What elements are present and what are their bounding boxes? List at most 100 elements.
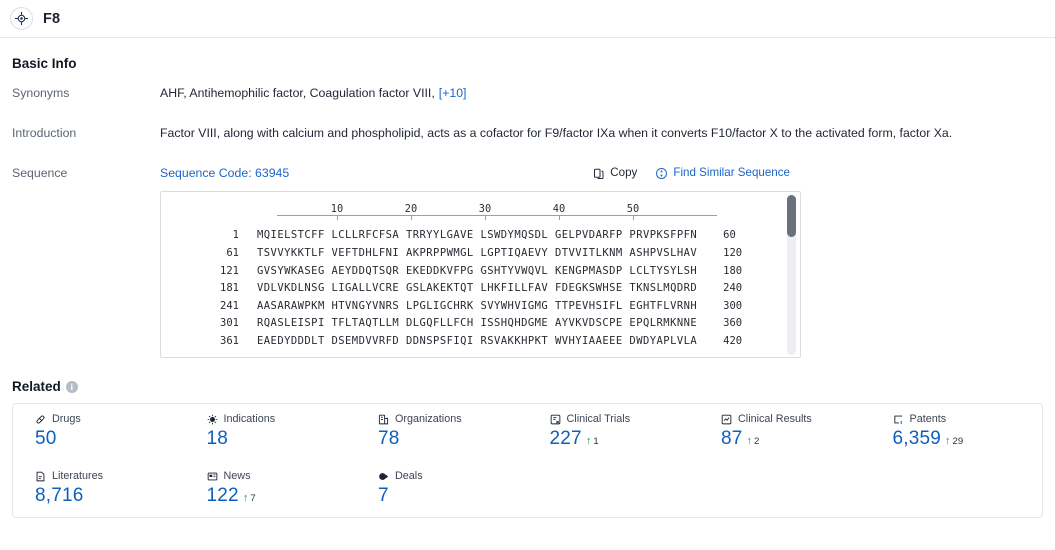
related-title: Related xyxy=(12,379,61,395)
sequence-row-end: 120 xyxy=(723,247,743,260)
stat-value: 87 xyxy=(721,428,743,450)
stat-value: 78 xyxy=(378,428,400,450)
sequence-row-start: 61 xyxy=(226,247,239,260)
page-body: Basic Info Synonyms AHF, Antihemophilic … xyxy=(0,56,1055,519)
sequence-row-start: 361 xyxy=(220,335,239,348)
stat-value: 18 xyxy=(206,428,229,450)
stat-value: 122 xyxy=(206,485,239,507)
building-icon xyxy=(378,414,389,425)
sequence-viewer[interactable]: 10 20 30 40 50 1 MQIELSTCFF LCLLRFCFSA T… xyxy=(160,191,801,359)
synonyms-more-link[interactable]: [+10] xyxy=(439,86,467,100)
stat-delta: ↑ 1 xyxy=(585,435,599,448)
sequence-row-residues: EAEDYDDDLT DSEMDVVRFD DDNSPSFIQI RSVAKKH… xyxy=(257,335,698,348)
sequence-actions: Copy Find Similar Sequence xyxy=(593,165,1043,182)
sequence-row-residues: GVSYWKASEG AEYDDQTSQR EKEDDKVFPG GSHTYVW… xyxy=(257,264,698,277)
sequence-row-end: 180 xyxy=(723,264,743,277)
stat-label: Clinical Results xyxy=(738,413,812,426)
stat-delta: ↑ 29 xyxy=(945,435,964,448)
news-icon xyxy=(207,471,218,482)
related-stats-grid: Drugs 50 Indications 18 Organizations 78… xyxy=(12,403,1043,519)
stat-drugs[interactable]: Drugs 50 xyxy=(13,412,185,469)
sequence-row-start: 1 xyxy=(232,229,239,242)
patent-icon xyxy=(893,414,904,425)
sequence-row-end: 60 xyxy=(723,229,736,242)
stat-label: Clinical Trials xyxy=(566,413,631,426)
clinical-result-icon xyxy=(721,414,732,425)
delta-value: 29 xyxy=(952,436,964,448)
stat-value: 8,716 xyxy=(35,485,84,507)
delta-up-arrow-icon: ↑ xyxy=(585,435,592,448)
stat-delta: ↑ 2 xyxy=(747,436,760,448)
stat-patents[interactable]: Patents 6,359 ↑ 29 xyxy=(871,412,1043,469)
sequence-row: 1 MQIELSTCFF LCLLRFCFSA TRRYYLGAVE LSWDY… xyxy=(161,227,800,245)
clinical-trial-icon xyxy=(550,414,561,425)
sequence-row: 121 GVSYWKASEG AEYDDQTSQR EKEDDKVFPG GSH… xyxy=(161,263,800,281)
sequence-row-start: 121 xyxy=(220,264,239,277)
sequence-row-end: 420 xyxy=(723,335,743,348)
info-icon[interactable]: i xyxy=(65,380,78,393)
copy-button[interactable]: Copy xyxy=(593,165,637,182)
stat-label: Literatures xyxy=(52,470,104,483)
info-label-introduction: Introduction xyxy=(12,125,77,140)
stat-value: 50 xyxy=(35,428,57,450)
app-header: F8 xyxy=(0,0,1055,38)
sequence-row-residues: TSVVYKKTLF VEFTDHLFNI AKPRPPWMGL LGPTIQA… xyxy=(257,247,698,260)
info-row-sequence: Sequence Sequence Code: 63945 Copy Find … xyxy=(12,165,1043,359)
target-crosshair-icon xyxy=(10,7,33,30)
synonyms-list: AHF, Antihemophilic factor, Coagulation … xyxy=(160,86,435,100)
stat-news[interactable]: News 122 ↑ 7 xyxy=(185,469,357,517)
delta-up-arrow-icon: ↑ xyxy=(945,435,951,448)
delta-value: 7 xyxy=(250,493,256,505)
sequence-viewer-content: 10 20 30 40 50 1 MQIELSTCFF LCLLRFCFSA T… xyxy=(161,192,800,350)
info-value-synonyms: AHF, Antihemophilic factor, Coagulation … xyxy=(160,85,466,103)
sequence-row-start: 241 xyxy=(220,299,239,312)
sequence-row-end: 300 xyxy=(723,299,743,312)
sequence-scrollbar-thumb[interactable] xyxy=(787,195,796,238)
stat-label: Drugs xyxy=(52,413,81,426)
stat-label: Deals xyxy=(395,470,423,483)
literature-icon xyxy=(35,471,46,482)
basic-info-heading: Basic Info xyxy=(12,56,77,71)
delta-value: 2 xyxy=(754,436,760,448)
stat-value: 7 xyxy=(378,485,389,507)
sequence-row-residues: VDLVKDLNSG LIGALLVCRE GSLAKEKTQT LHKFILL… xyxy=(257,282,698,295)
info-label-synonyms: Synonyms xyxy=(12,86,70,100)
sequence-ruler-numbers: 10 20 30 40 50 xyxy=(277,202,717,215)
stat-indications[interactable]: Indications 18 xyxy=(185,412,357,469)
stat-value: 6,359 xyxy=(892,428,942,450)
related-heading: Related i xyxy=(12,379,1043,394)
find-similar-sequence-button[interactable]: Find Similar Sequence xyxy=(655,165,790,182)
deal-icon xyxy=(378,471,389,482)
sequence-row: 301 RQASLEISPI TFLTAQTLLM DLGQFLLFCH ISS… xyxy=(161,315,800,333)
sequence-scrollbar[interactable] xyxy=(787,195,796,356)
sequence-block: Sequence Code: 63945 Copy Find Similar S… xyxy=(160,165,1043,359)
sequence-header: Sequence Code: 63945 Copy Find Similar S… xyxy=(160,165,1043,183)
stat-label: Indications xyxy=(223,413,276,426)
stat-delta: ↑ 7 xyxy=(243,493,256,505)
stat-organizations[interactable]: Organizations 78 xyxy=(356,412,528,469)
stat-clinical-trials[interactable]: Clinical Trials 227 ↑ 1 xyxy=(528,412,700,469)
sequence-row-start: 181 xyxy=(220,282,239,295)
stat-deals[interactable]: Deals 7 xyxy=(356,469,528,517)
info-row-synonyms: Synonyms AHF, Antihemophilic factor, Coa… xyxy=(12,85,1043,103)
stat-label: Organizations xyxy=(395,413,462,426)
stat-label: Patents xyxy=(909,413,947,426)
info-label-sequence: Sequence xyxy=(12,165,68,180)
find-similar-sequence-icon xyxy=(655,167,668,180)
virus-icon xyxy=(207,414,218,425)
sequence-row-start: 301 xyxy=(220,317,239,330)
sequence-row-end: 360 xyxy=(723,317,743,330)
sequence-row-residues: MQIELSTCFF LCLLRFCFSA TRRYYLGAVE LSWDYMQ… xyxy=(257,229,698,242)
sequence-row-residues: AASARAWPKM HTVNGYVNRS LPGLIGCHRK SVYWHVI… xyxy=(257,299,698,312)
copy-label: Copy xyxy=(610,166,638,180)
sequence-row: 241 AASARAWPKM HTVNGYVNRS LPGLIGCHRK SVY… xyxy=(161,298,800,316)
sequence-row: 181 VDLVKDLNSG LIGALLVCRE GSLAKEKTQT LHK… xyxy=(161,280,800,298)
sequence-code-link[interactable]: Sequence Code: 63945 xyxy=(160,165,289,183)
sequence-row-residues: RQASLEISPI TFLTAQTLLM DLGQFLLFCH ISSHQHD… xyxy=(257,317,698,330)
stat-clinical-results[interactable]: Clinical Results 87 ↑ 2 xyxy=(699,412,871,469)
delta-value: 1 xyxy=(593,436,599,448)
stat-value: 227 xyxy=(549,428,582,450)
find-similar-sequence-label: Find Similar Sequence xyxy=(673,166,790,180)
copy-icon xyxy=(593,168,605,180)
stat-literatures[interactable]: Literatures 8,716 xyxy=(13,469,185,517)
